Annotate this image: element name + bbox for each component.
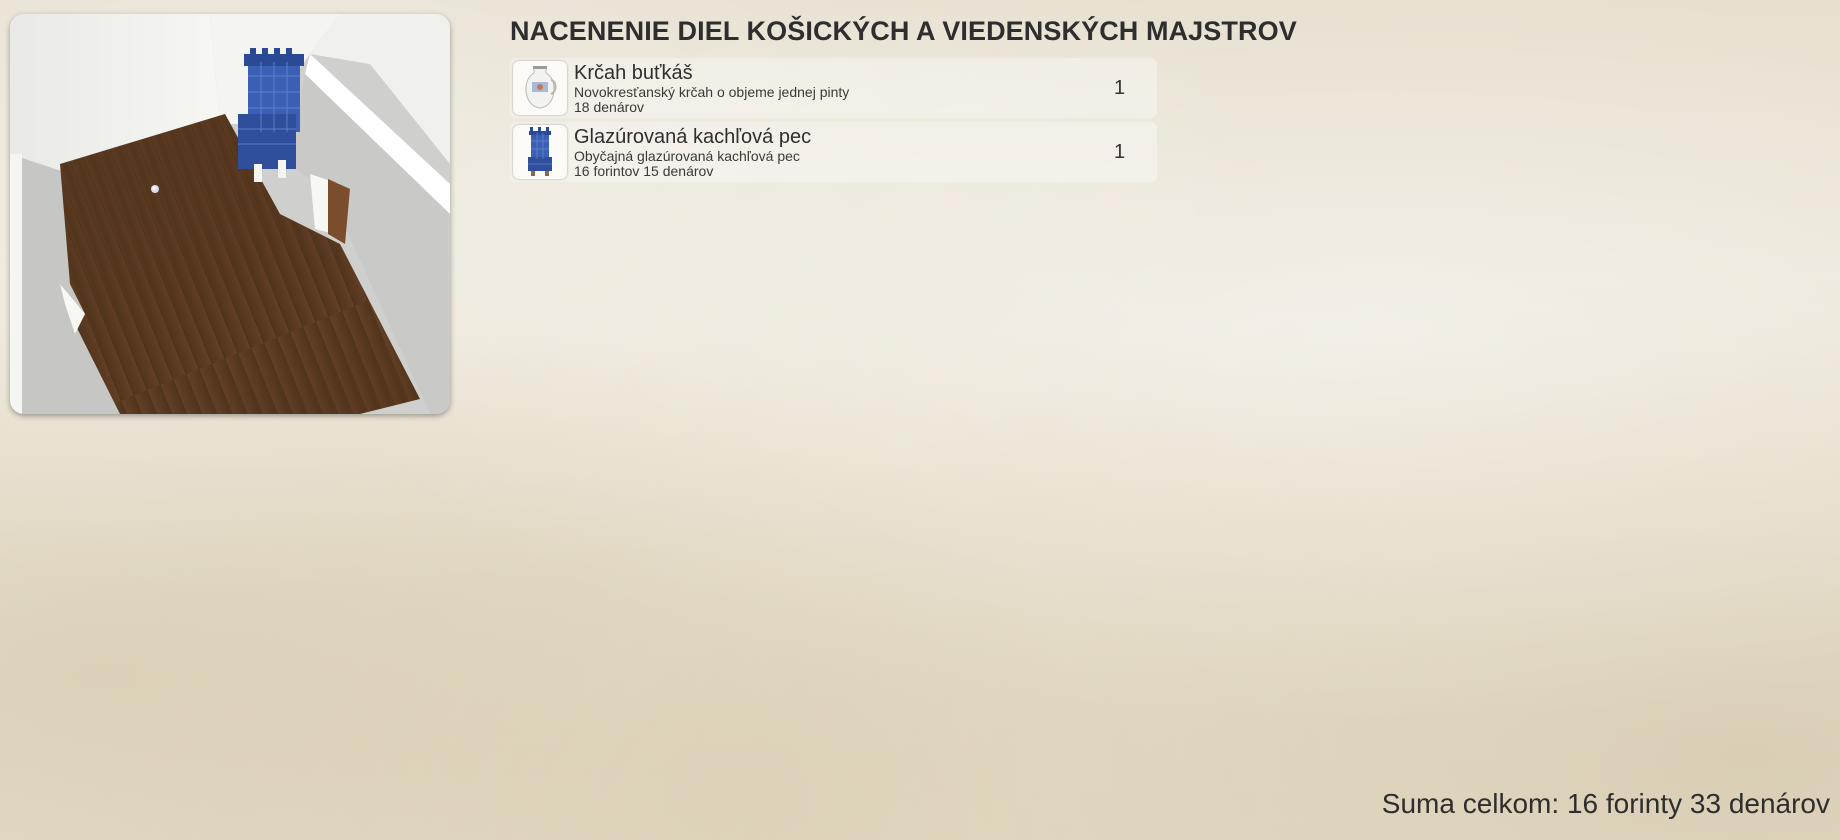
list-item[interactable]: Krčah buťkáš Novokresťanský krčah o obje… [510,58,1157,118]
room-scene-icon [10,14,450,414]
item-price: 18 denárov [574,98,645,115]
page-title: NACENENIE DIEL KOŠICKÝCH A VIEDENSKÝCH M… [510,16,1297,46]
list-item[interactable]: Glazúrovaná kachľová pec Obyčajná glazúr… [510,122,1157,182]
item-list: Krčah buťkáš Novokresťanský krčah o obje… [510,58,1157,186]
item-name: Krčah buťkáš [574,61,693,84]
item-price: 16 forintov 15 denárov [574,162,714,179]
item-description: Novokresťanský krčah o objeme jednej pin… [574,83,850,100]
item-description: Obyčajná glazúrovaná kachľová pec [574,147,800,164]
item-quantity: 1 [1114,140,1126,163]
tile-stove-icon [513,125,567,179]
total-sum: Suma celkom: 16 forinty 33 denárov [1381,788,1830,819]
item-name: Glazúrovaná kachľová pec [574,125,812,148]
item-quantity: 1 [1114,76,1126,99]
room-3d-preview[interactable] [10,14,450,414]
jug-icon [513,61,567,115]
